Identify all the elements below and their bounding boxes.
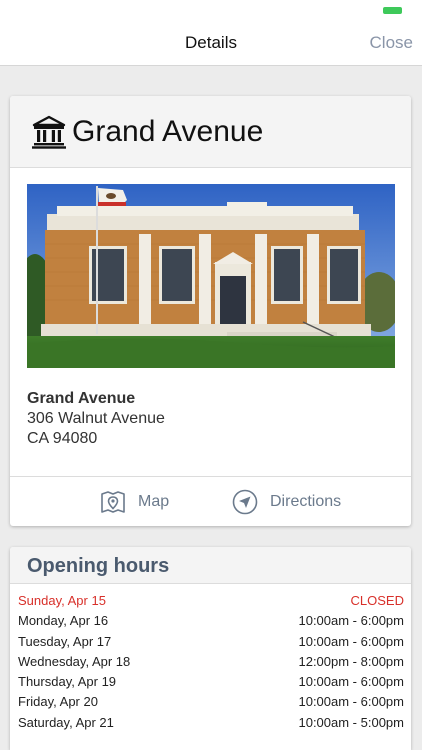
hours-day: Friday, Apr 20 — [18, 694, 98, 710]
address-street: 306 Walnut Avenue — [27, 410, 165, 427]
opening-hours-title: Opening hours — [27, 555, 170, 577]
map-button[interactable]: Map — [100, 477, 190, 526]
hours-row: Friday, Apr 20 10:00am - 6:00pm — [10, 692, 411, 712]
hours-row: Sunday, Apr 15 CLOSED — [10, 591, 411, 611]
battery-icon — [383, 7, 402, 14]
hours-row: Monday, Apr 16 10:00am - 6:00pm — [10, 611, 411, 631]
map-label: Map — [138, 493, 170, 510]
hours-day: Saturday, Apr 21 — [18, 714, 114, 730]
hours-row: Tuesday, Apr 17 10:00am - 6:00pm — [10, 632, 411, 652]
hours-time: 10:00am - 6:00pm — [298, 633, 404, 649]
status-bar — [0, 0, 422, 20]
library-address: Grand Avenue 306 Walnut Avenue CA 94080 — [27, 389, 165, 449]
opening-hours-list: Sunday, Apr 15 CLOSED Monday, Apr 16 10:… — [10, 591, 411, 733]
location-header: Grand Avenue — [10, 96, 411, 168]
hours-time: 12:00pm - 8:00pm — [298, 653, 404, 669]
library-building-photo — [27, 184, 395, 368]
opening-hours-card: Opening hours Sunday, Apr 15 CLOSED Mond… — [10, 547, 411, 750]
opening-hours-header: Opening hours — [10, 547, 411, 584]
library-building-icon — [32, 115, 66, 149]
address-name: Grand Avenue — [27, 390, 136, 407]
hours-time: 10:00am - 6:00pm — [298, 674, 404, 690]
navigation-bar: Details Close — [0, 20, 422, 66]
hours-time: 10:00am - 6:00pm — [298, 613, 404, 629]
directions-button[interactable]: Directions — [232, 477, 372, 526]
location-card: Grand Avenue Grand Avenue 306 Walnut Ave… — [10, 96, 411, 526]
address-city: CA 94080 — [27, 430, 98, 447]
map-icon — [101, 491, 125, 513]
hours-day: Sunday, Apr 15 — [18, 593, 106, 608]
hours-day: Thursday, Apr 19 — [18, 674, 117, 690]
library-name-heading: Grand Avenue — [72, 115, 264, 148]
close-button[interactable]: Close — [370, 20, 413, 65]
page-title: Details — [185, 33, 237, 52]
directions-label: Directions — [270, 493, 342, 510]
hours-row: Saturday, Apr 21 10:00am - 5:00pm — [10, 713, 411, 733]
hours-day: Wednesday, Apr 18 — [18, 653, 131, 669]
hours-day: Monday, Apr 16 — [18, 613, 109, 629]
hours-time: 10:00am - 5:00pm — [298, 714, 404, 730]
location-actions: Map Directions — [10, 476, 411, 526]
hours-row: Wednesday, Apr 18 12:00pm - 8:00pm — [10, 652, 411, 672]
hours-row: Thursday, Apr 19 10:00am - 6:00pm — [10, 672, 411, 692]
directions-icon — [232, 489, 258, 515]
hours-time: 10:00am - 6:00pm — [298, 694, 404, 710]
hours-time: CLOSED — [350, 593, 404, 608]
hours-day: Tuesday, Apr 17 — [18, 633, 112, 649]
